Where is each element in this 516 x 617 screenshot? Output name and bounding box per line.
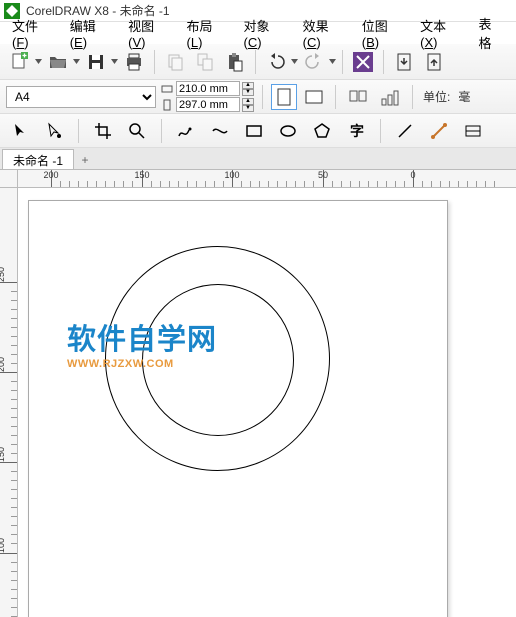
menu-bitmap[interactable]: 位图(B) [354,14,412,52]
canvas[interactable]: 软件自学网 WWW.RJZXW.COM [18,188,516,617]
undo-button[interactable] [262,48,290,76]
page: 软件自学网 WWW.RJZXW.COM [28,200,448,617]
menu-bar: 文件(F) 编辑(E) 视图(V) 布局(L) 对象(C) 效果(C) 位图(B… [0,22,516,44]
separator [335,85,336,109]
separator [342,50,343,74]
new-button[interactable] [6,48,34,76]
new-dropdown-icon[interactable] [34,59,42,64]
menu-text[interactable]: 文本(X) [412,14,470,52]
open-button[interactable] [44,48,72,76]
work-area: 250200150100 软件自学网 WWW.RJZXW.COM [0,188,516,617]
watermark-text: 软件自学网 [67,326,217,355]
undo-dropdown-icon[interactable] [290,59,298,64]
height-down[interactable]: ▼ [242,105,254,112]
separator [255,50,256,74]
save-dropdown-icon[interactable] [110,59,118,64]
connector-tool[interactable] [425,117,453,145]
page-width-input[interactable] [176,81,240,96]
menu-layout[interactable]: 布局(L) [179,14,236,52]
width-down[interactable]: ▼ [242,89,254,96]
watermark-url: WWW.RJZXW.COM [67,358,174,370]
menu-effect[interactable]: 效果(C) [295,14,354,52]
menu-view[interactable]: 视图(V) [120,14,178,52]
text-tool[interactable]: 字 [342,117,370,145]
export-button[interactable] [420,48,448,76]
separator [412,85,413,109]
polygon-tool[interactable] [308,117,336,145]
all-pages-button[interactable] [344,83,372,111]
document-tab-bar: 未命名 -1 + [0,148,516,170]
add-tab-button[interactable]: + [76,151,94,169]
shape-tool[interactable] [40,117,68,145]
paper-size-select[interactable]: A4 [6,86,156,108]
line-tool[interactable] [391,117,419,145]
horizontal-ruler[interactable]: 200150100500 [18,170,516,188]
toolbox: 字 [0,114,516,148]
separator [383,50,384,74]
menu-edit[interactable]: 编辑(E) [62,14,120,52]
ruler-corner[interactable] [0,170,18,188]
search-button[interactable] [349,48,377,76]
vertical-ruler[interactable]: 250200150100 [0,188,18,617]
crop-tool[interactable] [89,117,117,145]
menu-object[interactable]: 对象(C) [236,14,295,52]
portrait-button[interactable] [271,84,297,110]
cut-button [161,48,189,76]
pick-tool[interactable] [6,117,34,145]
freehand-tool[interactable] [172,117,200,145]
import-button[interactable] [390,48,418,76]
save-button[interactable] [82,48,110,76]
separator [154,50,155,74]
redo-dropdown-icon[interactable] [328,59,336,64]
property-bar: A4 ▲▼ ▲▼ 单位: 毫 [0,80,516,114]
document-tab[interactable]: 未命名 -1 [2,149,74,169]
separator [262,85,263,109]
landscape-button[interactable] [301,84,327,110]
artistic-media-tool[interactable] [206,117,234,145]
height-up[interactable]: ▲ [242,98,254,105]
horizontal-ruler-wrap: 200150100500 [0,170,516,188]
ellipse-tool[interactable] [274,117,302,145]
paste-button[interactable] [221,48,249,76]
copy-button [191,48,219,76]
menu-table[interactable]: 表格 [471,12,512,54]
redo-button [300,48,328,76]
height-icon [160,98,174,112]
print-button[interactable] [120,48,148,76]
separator [161,119,162,143]
current-page-button[interactable] [376,83,404,111]
page-dimensions: ▲▼ ▲▼ [160,81,254,112]
svg-text:字: 字 [350,123,364,139]
dimension-tool[interactable] [459,117,487,145]
menu-file[interactable]: 文件(F) [4,14,62,52]
width-icon [160,82,174,96]
separator [380,119,381,143]
unit-label: 单位: [421,88,452,105]
zoom-tool[interactable] [123,117,151,145]
open-dropdown-icon[interactable] [72,59,80,64]
page-height-input[interactable] [176,97,240,112]
separator [78,119,79,143]
width-up[interactable]: ▲ [242,82,254,89]
unit-value: 毫 [456,88,472,105]
rectangle-tool[interactable] [240,117,268,145]
